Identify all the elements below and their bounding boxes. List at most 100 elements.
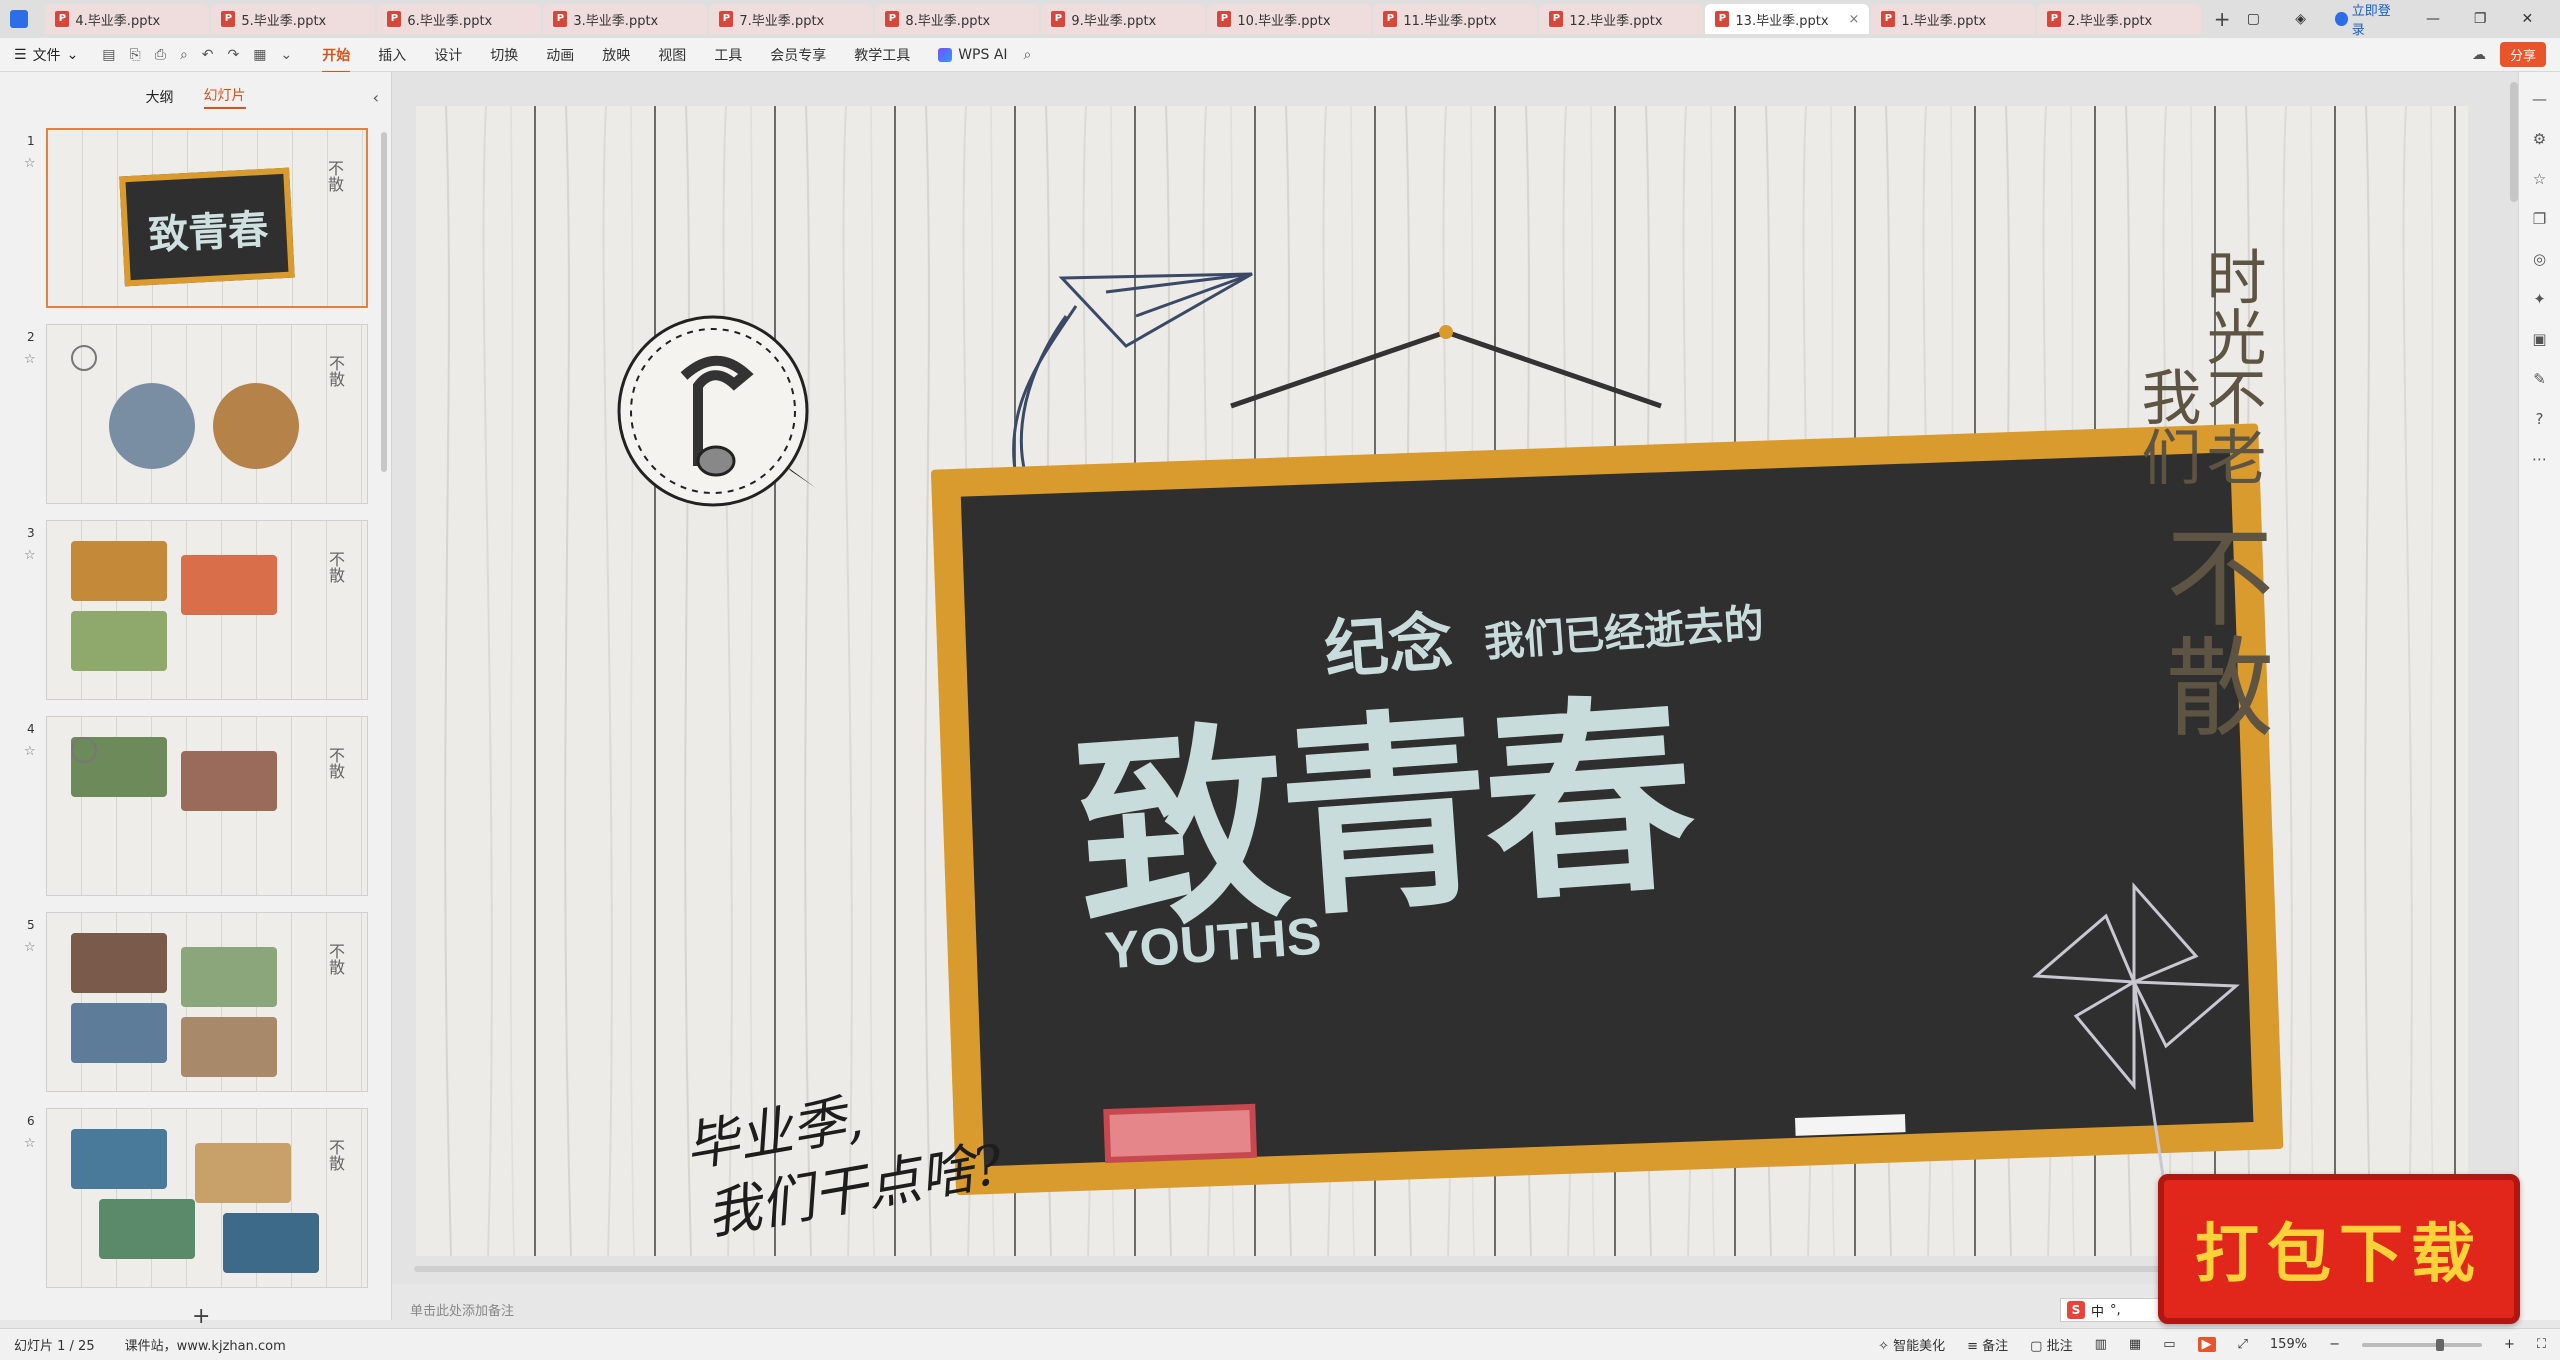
pen-icon[interactable]: ✎ (2533, 370, 2546, 388)
restore-button[interactable]: ❐ (2468, 11, 2493, 27)
slide-thumbnail[interactable]: 不散 (46, 324, 368, 504)
slide-thumbnail[interactable]: 致青春 不散 (46, 128, 368, 308)
panel-scrollbar[interactable] (381, 132, 387, 472)
doc-tab[interactable]: P 5.毕业季.pptx (211, 4, 376, 34)
cloud-sync-icon[interactable]: ☁ (2472, 47, 2486, 63)
format-painter-icon[interactable]: ▦ (253, 47, 266, 63)
comment-button[interactable]: ▢ 批注 (2030, 1335, 2072, 1354)
save-icon[interactable]: ▤ (102, 47, 115, 63)
fit-window-icon[interactable]: ⛶ (2537, 1337, 2546, 1352)
cube-icon[interactable]: ◈ (2288, 11, 2313, 27)
undo-icon[interactable]: ↶ (202, 47, 214, 63)
print-icon[interactable]: ⎙ (155, 47, 166, 63)
doc-tab[interactable]: P 13.毕业季.pptx × (1705, 4, 1870, 34)
doc-tab[interactable]: P 10.毕业季.pptx (1207, 4, 1372, 34)
star-icon[interactable]: ☆ (2533, 170, 2546, 188)
tab-slides[interactable]: 幻灯片 (203, 85, 246, 109)
more-chevron-icon[interactable]: ⌄ (280, 47, 292, 63)
shape-icon[interactable]: ◎ (2533, 250, 2546, 268)
star-icon[interactable]: ☆ (24, 548, 36, 563)
ribbon-tab[interactable]: 视图 (658, 45, 686, 65)
help-icon[interactable]: ? (2536, 410, 2544, 428)
doc-tab[interactable]: P 9.毕业季.pptx (1041, 4, 1206, 34)
site-label[interactable]: 课件站，www.kjzhan.com (125, 1335, 286, 1354)
tab-outline[interactable]: 大纲 (146, 87, 174, 107)
login-link[interactable]: 立即登录 (2335, 0, 2398, 38)
fit-icon[interactable]: ⤢ (2238, 1337, 2248, 1352)
collapse-icon[interactable]: — (2532, 90, 2547, 108)
adjust-icon[interactable]: ⚙ (2533, 130, 2546, 148)
close-tab-icon[interactable]: × (1849, 12, 1860, 27)
star-icon[interactable]: ☆ (24, 352, 36, 367)
wps-logo-icon[interactable] (0, 0, 37, 38)
slide-1[interactable]: 纪念 我们已经逝去的 致青春 YOUTHS 毕业季, 我们干点啥? 时光不老 我… (416, 106, 2468, 1256)
thumbnail-item[interactable]: 2 ☆ 不散 (0, 324, 392, 506)
ribbon-tab[interactable]: 设计 (434, 45, 462, 65)
doc-tab[interactable]: P 12.毕业季.pptx (1539, 4, 1704, 34)
ribbon-tab[interactable]: 会员专享 (770, 45, 826, 65)
ribbon-tab[interactable]: 开始 (322, 45, 351, 73)
zoom-out-button[interactable]: − (2329, 1337, 2340, 1352)
zoom-in-button[interactable]: + (2504, 1337, 2515, 1352)
star-icon[interactable]: ☆ (24, 744, 36, 759)
print-preview-icon[interactable]: ⌕ (180, 47, 188, 63)
doc-tab[interactable]: P 1.毕业季.pptx (1871, 4, 2036, 34)
reading-view-icon[interactable]: ▭ (2163, 1337, 2175, 1352)
sorter-view-icon[interactable]: ▦ (2129, 1337, 2141, 1352)
window-layout-icon[interactable]: ▢ (2241, 11, 2266, 27)
redo-icon[interactable]: ↷ (228, 47, 240, 63)
normal-view-icon[interactable]: ▥ (2095, 1337, 2107, 1352)
doc-tab[interactable]: P 7.毕业季.pptx (709, 4, 874, 34)
slide-thumbnail[interactable]: 不散 (46, 912, 368, 1092)
zoom-slider[interactable] (2361, 1338, 2482, 1351)
search-icon[interactable]: ⌕ (1024, 47, 1032, 63)
collapse-panel-icon[interactable]: ‹ (373, 88, 379, 107)
doc-tab[interactable]: P 3.毕业季.pptx (543, 4, 708, 34)
doc-tab[interactable]: P 2.毕业季.pptx (2037, 4, 2202, 34)
new-tab-button[interactable]: + (2203, 4, 2240, 34)
add-slide-button[interactable]: + (192, 1304, 210, 1329)
thumbnail-item[interactable]: 4 ☆ 不散 (0, 716, 392, 898)
ribbon-tab[interactable]: 动画 (546, 45, 574, 65)
export-pdf-icon[interactable]: ⎘ (130, 47, 141, 63)
horizontal-scrollbar[interactable] (414, 1266, 2464, 1272)
ribbon-tab[interactable]: 工具 (714, 45, 742, 65)
star-icon[interactable]: ☆ (24, 1136, 36, 1151)
thumbnail-item[interactable]: 5 ☆ 不散 (0, 912, 392, 1094)
doc-tab[interactable]: P 8.毕业季.pptx (875, 4, 1040, 34)
ribbon-tab[interactable]: 放映 (602, 45, 630, 65)
slide-thumbnail[interactable]: 不散 (46, 520, 368, 700)
thumbnail-item[interactable]: 1 ☆ 致青春 不散 (0, 128, 392, 310)
doc-tab[interactable]: P 6.毕业季.pptx (377, 4, 542, 34)
share-button[interactable]: 分享 (2499, 42, 2546, 67)
copy-icon[interactable]: ❐ (2533, 210, 2546, 228)
doc-tab[interactable]: P 4.毕业季.pptx (45, 4, 210, 34)
doc-tab[interactable]: P 11.毕业季.pptx (1373, 4, 1538, 34)
zoom-knob[interactable] (2436, 1338, 2445, 1351)
notes-button[interactable]: ≡ 备注 (1967, 1335, 2008, 1354)
wps-ai-button[interactable]: WPS AI (938, 47, 1008, 63)
star-icon[interactable]: ☆ (24, 940, 36, 955)
ribbon-tab[interactable]: 切换 (490, 45, 518, 65)
ime-toolbar[interactable]: S 中 °, (2060, 1298, 2170, 1322)
ppt-file-icon: P (387, 11, 402, 27)
star-icon[interactable]: ☆ (24, 156, 36, 171)
vertical-scrollbar[interactable] (2510, 82, 2518, 202)
minimize-button[interactable]: — (2420, 11, 2445, 27)
beautify-button[interactable]: ✧ 智能美化 (1878, 1335, 1945, 1354)
photo-tile (71, 541, 167, 601)
thumbnail-item[interactable]: 3 ☆ 不散 (0, 520, 392, 702)
slide-thumbnail[interactable]: 不散 (46, 1108, 368, 1288)
play-button[interactable]: ▶ (2197, 1337, 2216, 1352)
ribbon-tab[interactable]: 教学工具 (854, 45, 910, 65)
thumbnail-item[interactable]: 6 ☆ 不散 (0, 1108, 392, 1290)
download-badge[interactable]: 打包下载 (2158, 1174, 2520, 1324)
magic-icon[interactable]: ✦ (2533, 290, 2546, 308)
close-button[interactable]: ✕ (2515, 11, 2540, 27)
ribbon-tab[interactable]: 插入 (378, 45, 406, 65)
bookmark-icon[interactable]: ▣ (2532, 330, 2546, 348)
zoom-level[interactable]: 159% (2270, 1337, 2307, 1352)
file-menu[interactable]: ☰ 文件 ⌄ (14, 45, 78, 65)
more-icon[interactable]: ⋯ (2532, 450, 2547, 468)
slide-thumbnail[interactable]: 不散 (46, 716, 368, 896)
